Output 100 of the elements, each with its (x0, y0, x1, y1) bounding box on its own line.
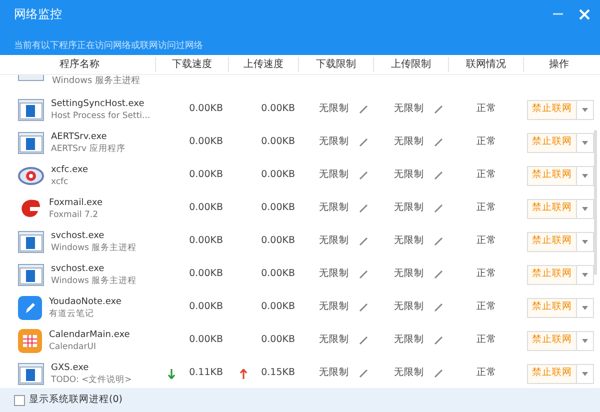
download-speed: 0.00KB (189, 300, 223, 314)
block-network-button[interactable]: 禁止联网 (528, 134, 577, 152)
close-icon[interactable] (579, 8, 590, 20)
connection-status: 正常 (476, 234, 496, 248)
pencil-icon[interactable] (434, 336, 443, 345)
pencil-icon[interactable] (359, 171, 368, 180)
process-name: svchost.exe (51, 262, 106, 274)
process-name: svchost.exe (51, 230, 106, 242)
block-network-button[interactable]: 禁止联网 (528, 364, 577, 382)
column-header: 联网情况 (466, 58, 506, 72)
caret-icon (582, 338, 588, 342)
pencil-icon[interactable] (359, 237, 368, 246)
upload-speed: 0.15KB (261, 366, 295, 380)
process-description: xcfc (51, 176, 70, 188)
process-description: 有道云笔记 (49, 308, 95, 320)
pencil-icon[interactable] (434, 303, 443, 312)
pencil-icon[interactable] (359, 336, 368, 345)
download-speed: 0.00KB (189, 201, 223, 216)
pencil-icon[interactable] (359, 270, 368, 279)
column-header: 上传限制 (391, 58, 431, 72)
upload-speed: 0.00KB (261, 102, 295, 116)
upload-limit: 无限制 (394, 135, 424, 150)
upload-limit: 无限制 (394, 366, 424, 380)
up-arrow-icon (240, 368, 248, 378)
download-limit: 无限制 (319, 300, 349, 314)
connection-status: 正常 (476, 333, 496, 348)
pencil-icon[interactable] (434, 204, 443, 213)
process-name: Foxmail.exe (49, 196, 103, 208)
window-title: 网络监控 (14, 6, 62, 23)
download-limit: 无限制 (319, 234, 349, 248)
block-network-button[interactable]: 禁止联网 (528, 332, 577, 350)
download-speed: 0.00KB (189, 234, 223, 248)
process-description: Host Process for Setti... (51, 110, 150, 122)
process-name: xcfc.exe (51, 164, 88, 176)
upload-speed: 0.00KB (261, 135, 295, 150)
download-speed: 0.00KB (189, 333, 223, 348)
checkbox-label: 显示系统联网进程(0) (29, 392, 122, 407)
caret-icon (582, 140, 588, 144)
upload-speed: 0.00KB (261, 300, 295, 314)
download-speed: 0.00KB (189, 168, 223, 182)
upload-speed: 0.00KB (261, 267, 295, 282)
block-network-button[interactable]: 禁止联网 (528, 266, 577, 284)
process-description: Windows 服务主进程 (52, 75, 140, 88)
pencil-icon[interactable] (434, 138, 443, 147)
column-header: 下载限制 (316, 58, 356, 72)
pencil-icon[interactable] (359, 105, 368, 114)
download-limit: 无限制 (319, 366, 349, 380)
process-name: YoudaoNote.exe (49, 296, 122, 308)
process-name: AERTSrv.exe (51, 130, 108, 142)
pencil-icon[interactable] (434, 171, 443, 180)
connection-status: 正常 (476, 300, 496, 314)
upload-limit: 无限制 (394, 333, 424, 348)
checkbox[interactable] (14, 394, 25, 406)
pencil-icon[interactable] (434, 237, 443, 246)
upload-limit: 无限制 (394, 234, 424, 248)
upload-limit: 无限制 (394, 168, 424, 182)
scrollbar[interactable] (594, 130, 597, 275)
column-header: 上传速度 (244, 58, 284, 72)
upload-speed: 0.00KB (261, 333, 295, 348)
pencil-icon[interactable] (434, 270, 443, 279)
caret-icon (582, 306, 588, 310)
block-network-button[interactable]: 禁止联网 (528, 166, 577, 184)
process-description: TODO: <文件说明> (51, 374, 132, 386)
upload-limit: 无限制 (394, 267, 424, 282)
pencil-icon[interactable] (359, 204, 368, 213)
block-network-button[interactable]: 禁止联网 (528, 100, 577, 118)
upload-speed: 0.00KB (261, 234, 295, 248)
connection-status: 正常 (476, 366, 496, 380)
caret-icon (582, 372, 588, 376)
download-limit: 无限制 (319, 333, 349, 348)
pencil-icon[interactable] (359, 138, 368, 147)
pencil-icon[interactable] (434, 369, 443, 378)
connection-status: 正常 (476, 168, 496, 182)
window-icon (18, 230, 44, 252)
down-arrow-icon (168, 368, 176, 378)
caret-icon (582, 206, 588, 210)
upload-limit: 无限制 (394, 201, 424, 216)
pencil-icon[interactable] (434, 105, 443, 114)
caret-icon (582, 240, 588, 244)
process-name: CalendarMain.exe (49, 328, 130, 340)
process-name: GXS.exe (51, 362, 90, 374)
caret-icon (582, 272, 588, 276)
pencil-icon[interactable] (359, 369, 368, 378)
pencil-icon[interactable] (359, 303, 368, 312)
block-network-button[interactable]: 禁止联网 (528, 232, 577, 250)
connection-status: 正常 (476, 102, 496, 116)
download-limit: 无限制 (319, 168, 349, 182)
block-network-button[interactable]: 禁止联网 (528, 200, 577, 218)
download-limit: 无限制 (319, 267, 349, 282)
connection-status: 正常 (476, 201, 496, 216)
download-speed: 0.11KB (189, 366, 223, 380)
caret-icon (582, 108, 588, 112)
download-speed: 0.00KB (189, 102, 223, 116)
upload-speed: 0.00KB (261, 168, 295, 182)
pen-icon (18, 296, 42, 320)
column-header: 下载速度 (172, 58, 212, 72)
process-description: Foxmail 7.2 (49, 208, 99, 220)
download-speed: 0.00KB (189, 135, 223, 150)
column-header: 程序名称 (60, 58, 100, 72)
block-network-button[interactable]: 禁止联网 (528, 298, 577, 316)
